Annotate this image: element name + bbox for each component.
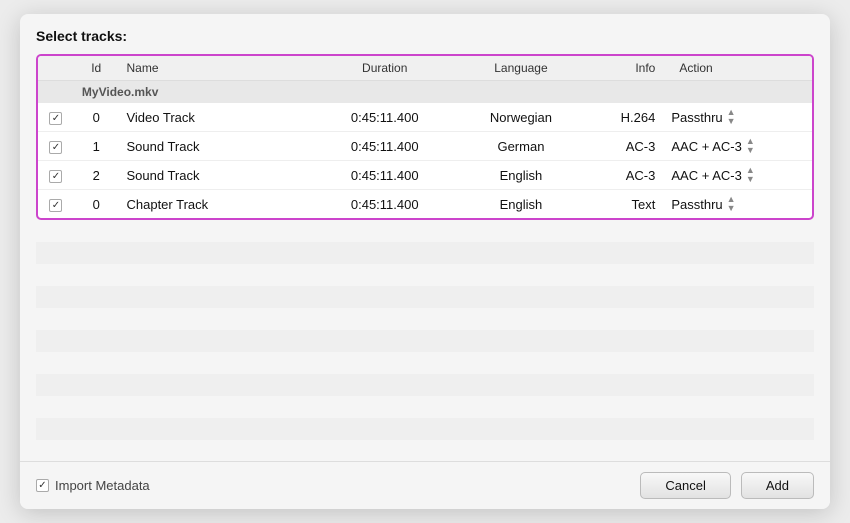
- track-checkbox[interactable]: [49, 199, 62, 212]
- track-action-value: Passthru: [671, 110, 722, 125]
- cancel-button[interactable]: Cancel: [640, 472, 730, 499]
- action-stepper[interactable]: ▲ ▼: [746, 166, 755, 184]
- track-language: Norwegian: [453, 103, 589, 132]
- table-row: 0 Chapter Track 0:45:11.400 English Text…: [38, 190, 812, 219]
- extra-rows-area: [36, 220, 814, 453]
- empty-stripe: [36, 220, 814, 453]
- track-checkbox-cell[interactable]: [38, 190, 74, 219]
- import-metadata-label: Import Metadata: [55, 478, 150, 493]
- col-header-check: [38, 56, 74, 81]
- stepper-down-icon[interactable]: ▼: [746, 175, 755, 184]
- track-checkbox-cell[interactable]: [38, 132, 74, 161]
- track-name: Sound Track: [118, 132, 316, 161]
- track-checkbox[interactable]: [49, 170, 62, 183]
- track-info: AC-3: [589, 132, 663, 161]
- track-duration: 0:45:11.400: [317, 161, 453, 190]
- track-language: English: [453, 161, 589, 190]
- track-name: Chapter Track: [118, 190, 316, 219]
- track-duration: 0:45:11.400: [317, 190, 453, 219]
- stepper-down-icon[interactable]: ▼: [727, 117, 736, 126]
- track-action-value: AAC + AC-3: [671, 168, 741, 183]
- track-action-cell: Passthru ▲ ▼: [663, 103, 812, 132]
- track-id: 1: [74, 132, 119, 161]
- dialog-body: Select tracks: Id Name Duration Language…: [20, 14, 830, 461]
- track-checkbox[interactable]: [49, 141, 62, 154]
- track-info: Text: [589, 190, 663, 219]
- track-duration: 0:45:11.400: [317, 132, 453, 161]
- track-id: 2: [74, 161, 119, 190]
- track-action-value: Passthru: [671, 197, 722, 212]
- table-row: 2 Sound Track 0:45:11.400 English AC-3 A…: [38, 161, 812, 190]
- table-row: 1 Sound Track 0:45:11.400 German AC-3 AA…: [38, 132, 812, 161]
- stepper-down-icon[interactable]: ▼: [727, 204, 736, 213]
- track-language: German: [453, 132, 589, 161]
- footer-buttons: Cancel Add: [640, 472, 814, 499]
- track-language: English: [453, 190, 589, 219]
- file-name: MyVideo.mkv: [74, 81, 812, 104]
- col-header-name: Name: [118, 56, 316, 81]
- action-stepper[interactable]: ▲ ▼: [746, 137, 755, 155]
- track-checkbox-cell[interactable]: [38, 161, 74, 190]
- track-checkbox-cell[interactable]: [38, 103, 74, 132]
- file-row: MyVideo.mkv: [38, 81, 812, 104]
- import-metadata-checkbox[interactable]: [36, 479, 49, 492]
- table-row: 0 Video Track 0:45:11.400 Norwegian H.26…: [38, 103, 812, 132]
- track-id: 0: [74, 190, 119, 219]
- add-button[interactable]: Add: [741, 472, 814, 499]
- track-name: Video Track: [118, 103, 316, 132]
- col-header-action: Action: [663, 56, 812, 81]
- dialog-footer: Import Metadata Cancel Add: [20, 461, 830, 509]
- track-name: Sound Track: [118, 161, 316, 190]
- track-table: Id Name Duration Language Info Action My…: [38, 56, 812, 218]
- col-header-id: Id: [74, 56, 119, 81]
- track-checkbox[interactable]: [49, 112, 62, 125]
- select-tracks-dialog: Select tracks: Id Name Duration Language…: [20, 14, 830, 509]
- track-info: AC-3: [589, 161, 663, 190]
- action-stepper[interactable]: ▲ ▼: [727, 195, 736, 213]
- track-id: 0: [74, 103, 119, 132]
- stepper-down-icon[interactable]: ▼: [746, 146, 755, 155]
- track-table-wrapper: Id Name Duration Language Info Action My…: [36, 54, 814, 220]
- col-header-duration: Duration: [317, 56, 453, 81]
- track-info: H.264: [589, 103, 663, 132]
- track-duration: 0:45:11.400: [317, 103, 453, 132]
- track-action-value: AAC + AC-3: [671, 139, 741, 154]
- col-header-info: Info: [589, 56, 663, 81]
- track-action-cell: AAC + AC-3 ▲ ▼: [663, 161, 812, 190]
- action-stepper[interactable]: ▲ ▼: [727, 108, 736, 126]
- table-header-row: Id Name Duration Language Info Action: [38, 56, 812, 81]
- import-metadata-area[interactable]: Import Metadata: [36, 478, 150, 493]
- col-header-language: Language: [453, 56, 589, 81]
- track-action-cell: Passthru ▲ ▼: [663, 190, 812, 219]
- track-action-cell: AAC + AC-3 ▲ ▼: [663, 132, 812, 161]
- section-title: Select tracks:: [36, 28, 814, 44]
